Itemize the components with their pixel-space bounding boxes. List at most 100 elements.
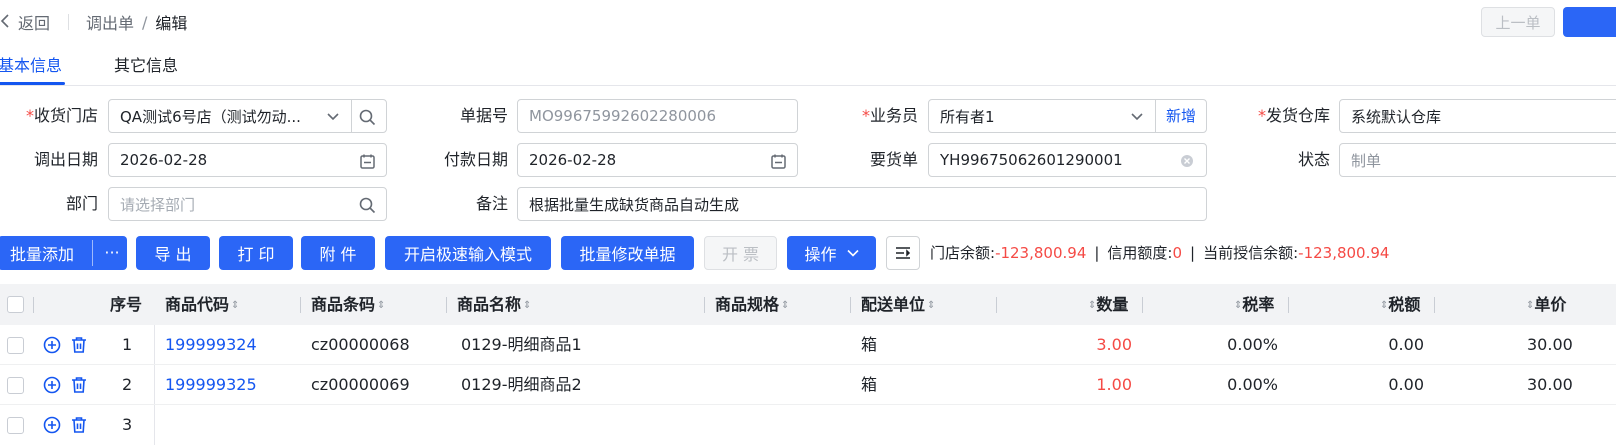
row-checkbox[interactable] [7,417,24,434]
row-checkbox[interactable] [7,377,24,394]
store-balance-value: -123,800.94 [995,244,1087,262]
sort-icon[interactable]: ⇕ [523,300,531,310]
back-button[interactable]: 返回 [0,10,50,34]
add-salesman-button[interactable]: 新增 [1166,100,1196,132]
header-unit[interactable]: 配送单位 ⇕ [861,284,935,325]
pay-date-value: 2026-02-28 [529,151,617,169]
row-checkbox[interactable] [7,337,24,354]
status-field: 制单 [1339,143,1616,177]
breadcrumb-parent[interactable]: 调出单 [86,10,134,34]
cell-unit[interactable]: 箱 [861,365,877,405]
search-icon[interactable] [358,108,376,126]
out-date-value: 2026-02-28 [120,151,208,169]
toolbar: 批量添加 ··· 导 出 打 印 附 件 开启极速输入模式 批量修改单据 开 票… [0,236,1616,270]
header-seq: 序号 [110,295,143,314]
delete-row-icon[interactable] [70,416,88,434]
header-price[interactable]: ⇕单价 [1524,284,1566,325]
table-row: 1 199999324 cz00000068 0129-明细商品1 箱 3.00… [0,325,1616,365]
pay-date-label: 付款日期 [443,150,508,169]
chevron-down-icon [1128,108,1146,126]
cell-code[interactable]: 199999324 [165,325,257,365]
receive-store-select[interactable]: QA测试6号店（测试勿动... [108,99,387,133]
required-mark: * [1257,106,1266,125]
status-label: 状态 [1297,150,1330,169]
header-name[interactable]: 商品名称 ⇕ [457,284,531,325]
out-date-label: 调出日期 [33,150,98,169]
credit-balance-value: -123,800.94 [1298,244,1390,262]
salesman-label: *业务员 [861,106,918,125]
export-button[interactable]: 导 出 [136,236,210,270]
tab-basic-info[interactable]: 基本信息 [0,54,62,78]
tab-active-indicator [0,82,65,85]
column-settings-icon[interactable] [886,236,920,270]
batch-add-button[interactable]: 批量添加 ··· [0,236,127,270]
remark-field[interactable]: 根据批量生成缺货商品自动生成 [517,187,1207,221]
header-qty[interactable]: ⇕数量 [1086,284,1128,325]
cell-name: 0129-明细商品1 [461,335,582,354]
operate-dropdown[interactable]: 操作 [787,236,876,270]
header-code[interactable]: 商品代码 ⇕ [165,284,239,325]
credit-label: 信用额度: [1107,244,1173,262]
request-doc-field[interactable]: YH99675062601290001 [928,143,1207,177]
select-all-checkbox[interactable] [7,296,24,313]
batch-modify-button[interactable]: 批量修改单据 [561,236,694,270]
sort-icon[interactable]: ⇕ [377,300,385,310]
column-divider [1434,297,1435,313]
cell-code[interactable]: 199999325 [165,365,257,405]
out-date-picker[interactable]: 2026-02-28 [108,143,387,177]
breadcrumb-separator: / [142,12,148,32]
cell-price[interactable]: 30.00 [1527,365,1573,405]
header-tax-amount[interactable]: ⇕税额 [1378,284,1420,325]
header-barcode[interactable]: 商品条码 ⇕ [311,284,385,325]
add-row-icon[interactable] [43,376,61,394]
department-select[interactable]: 请选择部门 [108,187,387,221]
separator: | [1094,244,1100,262]
attach-button[interactable]: 附 件 [301,236,375,270]
cell-name: 0129-明细商品2 [461,375,582,394]
store-balance-label: 门店余额: [930,244,996,262]
sort-icon[interactable]: ⇕ [781,300,789,310]
add-row-icon[interactable] [43,416,61,434]
row-actions [43,416,88,434]
salesman-select[interactable]: 所有者1 新增 [928,99,1207,133]
table-row: 3 [0,405,1616,445]
delete-row-icon[interactable] [70,336,88,354]
cell-tax-rate: 0.00% [1227,375,1278,394]
receive-store-label: *收货门店 [25,106,98,125]
sort-icon[interactable]: ⇕ [231,300,239,310]
doc-no-label: 单据号 [459,106,508,125]
more-icon[interactable]: ··· [98,236,126,270]
delete-row-icon[interactable] [70,376,88,394]
column-divider [1288,297,1289,313]
prev-doc-button[interactable]: 上一单 [1481,7,1555,37]
next-doc-button[interactable] [1563,7,1616,37]
add-row-icon[interactable] [43,336,61,354]
ship-warehouse-label: *发货仓库 [1257,106,1330,125]
request-doc-label: 要货单 [869,150,918,169]
separator: | [1190,244,1196,262]
ship-warehouse-select[interactable]: 系统默认仓库 [1339,99,1616,133]
cell-qty[interactable]: 1.00 [1096,365,1132,405]
row-actions [43,336,88,354]
remark-label: 备注 [475,194,508,213]
batch-add-label: 批量添加 [10,245,75,264]
clear-icon[interactable] [1178,152,1196,170]
pay-date-picker[interactable]: 2026-02-28 [517,143,798,177]
cell-qty[interactable]: 3.00 [1096,325,1132,365]
header-tax-rate[interactable]: ⇕税率 [1232,284,1274,325]
sort-icon[interactable]: ⇕ [927,300,935,310]
header-spec[interactable]: 商品规格 ⇕ [715,284,789,325]
search-icon[interactable] [358,196,376,214]
cell-price[interactable]: 30.00 [1527,325,1573,365]
print-button[interactable]: 打 印 [219,236,293,270]
calendar-icon[interactable] [769,152,787,170]
cell-unit[interactable]: 箱 [861,325,877,365]
calendar-icon[interactable] [358,152,376,170]
credit-balance-label: 当前授信余额: [1203,244,1299,262]
doc-no-field: MO99675992602280006 [517,99,798,133]
tab-other-info[interactable]: 其它信息 [114,54,178,78]
invoice-button[interactable]: 开 票 [704,236,777,270]
chevron-down-icon [324,108,342,126]
column-divider [446,297,447,313]
fast-input-button[interactable]: 开启极速输入模式 [385,236,551,270]
